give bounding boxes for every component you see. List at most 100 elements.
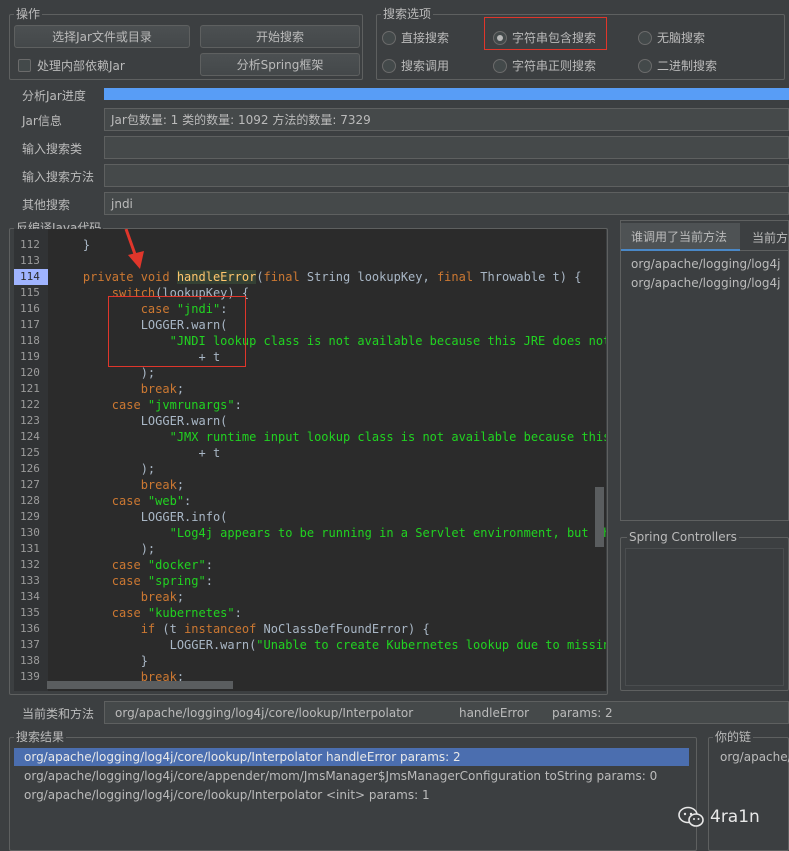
code-line: "JMX runtime input lookup class is not a… bbox=[169, 430, 606, 444]
radio-label: 字符串正则搜索 bbox=[512, 59, 597, 73]
code-line: case "kubernetes": bbox=[111, 606, 242, 620]
line-number: 139 bbox=[20, 670, 40, 683]
code-line: case "web": bbox=[111, 494, 192, 508]
line-number: 117 bbox=[20, 318, 40, 331]
radio-icon[interactable] bbox=[493, 58, 507, 73]
result-row[interactable]: org/apache/logging/log4j/core/lookup/Int… bbox=[14, 748, 689, 766]
radio-label: 二进制搜索 bbox=[657, 59, 718, 73]
current-class-method-label: 当前类和方法 bbox=[22, 707, 95, 721]
code-line: private void handleError(final String lo… bbox=[82, 270, 582, 284]
line-number: 128 bbox=[20, 494, 40, 507]
search-options-title: 搜索选项 bbox=[381, 7, 434, 21]
progress-label: 分析Jar进度 bbox=[22, 89, 86, 103]
line-number: 131 bbox=[20, 542, 40, 555]
spring-controllers-group: Spring Controllers bbox=[620, 530, 789, 691]
result-row[interactable]: org/apache/logging/log4j/core/appender/m… bbox=[14, 767, 689, 785]
code-line: break; bbox=[140, 478, 185, 492]
line-number: 122 bbox=[20, 398, 40, 411]
line-number: 124 bbox=[20, 430, 40, 443]
radio-icon[interactable] bbox=[638, 58, 652, 73]
callers-panel: 谁调用了当前方法 当前方 org/apache/logging/log4j or… bbox=[620, 220, 789, 521]
code-line: } bbox=[54, 238, 91, 252]
code-line: case "docker": bbox=[111, 558, 213, 572]
operations-title: 操作 bbox=[14, 7, 43, 21]
select-jar-button[interactable]: 选择Jar文件或目录 bbox=[14, 25, 190, 48]
red-arrow-icon bbox=[124, 229, 144, 269]
code-line: case "jvmrunargs": bbox=[111, 398, 242, 412]
code-line: } bbox=[54, 654, 148, 668]
inner-jar-checkbox[interactable]: 处理内部依赖Jar bbox=[18, 57, 125, 74]
code-line: ); bbox=[54, 462, 156, 476]
search-class-input[interactable] bbox=[104, 136, 789, 159]
radio-label: 搜索调用 bbox=[401, 59, 450, 73]
search-results-list[interactable]: org/apache/logging/log4j/core/lookup/Int… bbox=[14, 748, 690, 848]
line-number: 123 bbox=[20, 414, 40, 427]
caller-row[interactable]: org/apache/logging/log4j bbox=[621, 255, 789, 273]
code-line: case "spring": bbox=[111, 574, 213, 588]
search-class-label: 输入搜索类 bbox=[22, 142, 83, 156]
search-method-label: 输入搜索方法 bbox=[22, 170, 95, 184]
tab-who-calls-current-method[interactable]: 谁调用了当前方法 bbox=[621, 223, 740, 251]
radio-icon[interactable] bbox=[382, 30, 396, 45]
radio-icon[interactable] bbox=[382, 58, 396, 73]
current-class-method-field: org/apache/logging/log4j/core/lookup/Int… bbox=[104, 701, 789, 724]
code-line: LOGGER.info( bbox=[54, 510, 228, 524]
line-number: 119 bbox=[20, 350, 40, 363]
checkbox-box[interactable] bbox=[18, 59, 31, 72]
line-number: 138 bbox=[20, 654, 40, 667]
other-search-label: 其他搜索 bbox=[22, 198, 71, 212]
spring-controllers-title: Spring Controllers bbox=[627, 530, 739, 544]
code-line: ); bbox=[54, 366, 156, 380]
jar-info-label: Jar信息 bbox=[22, 114, 62, 128]
line-number: 113 bbox=[20, 254, 40, 267]
radio-label: 直接搜索 bbox=[401, 31, 450, 45]
watermark-text: 4ra1n bbox=[710, 807, 760, 827]
radio-brainless-search[interactable]: 无脑搜索 bbox=[638, 29, 705, 46]
code-line: break; bbox=[140, 590, 185, 604]
code-editor[interactable]: 112 113 114 115 116 117 118 119 120 121 122 123 124 1… bbox=[14, 229, 606, 691]
code-horizontal-scrollbar[interactable] bbox=[47, 681, 233, 689]
search-method-input[interactable] bbox=[104, 164, 789, 187]
spring-analyze-button[interactable]: 分析Spring框架 bbox=[200, 53, 360, 76]
line-number: 137 bbox=[20, 638, 40, 651]
line-number: 132 bbox=[20, 558, 40, 571]
result-row[interactable]: org/apache/logging/log4j/core/lookup/Int… bbox=[14, 786, 689, 804]
radio-binary-search[interactable]: 二进制搜索 bbox=[638, 57, 717, 74]
inner-jar-label: 处理内部依赖Jar bbox=[37, 59, 125, 73]
chain-row[interactable]: org/apache/ bbox=[710, 748, 789, 766]
start-search-button[interactable]: 开始搜索 bbox=[200, 25, 360, 48]
line-number: 136 bbox=[20, 622, 40, 635]
line-number: 134 bbox=[20, 590, 40, 603]
radio-selected-icon[interactable] bbox=[493, 30, 507, 45]
spring-controllers-list[interactable] bbox=[625, 548, 784, 686]
line-number: 121 bbox=[20, 382, 40, 395]
line-number: 115 bbox=[20, 286, 40, 299]
radio-string-contains-search[interactable]: 字符串包含搜索 bbox=[493, 29, 596, 46]
tab-current-method-calls[interactable]: 当前方 bbox=[742, 223, 789, 251]
code-line: if (t instanceof NoClassDefFoundError) { bbox=[140, 622, 430, 636]
line-number: 125 bbox=[20, 446, 40, 459]
code-line: ); bbox=[54, 542, 156, 556]
line-number: 112 bbox=[20, 238, 40, 251]
code-vertical-scrollbar[interactable] bbox=[595, 487, 604, 547]
radio-icon[interactable] bbox=[638, 30, 652, 45]
line-number: 120 bbox=[20, 366, 40, 379]
radio-regex-search[interactable]: 字符串正则搜索 bbox=[493, 57, 596, 74]
other-search-input[interactable]: jndi bbox=[104, 192, 789, 215]
radio-label: 无脑搜索 bbox=[657, 31, 706, 45]
radio-search-call[interactable]: 搜索调用 bbox=[382, 57, 449, 74]
code-line: + t bbox=[54, 446, 221, 460]
line-number: 135 bbox=[20, 606, 40, 619]
search-results-title: 搜索结果 bbox=[14, 730, 67, 744]
line-number-gutter: 112 113 114 115 116 117 118 119 120 121 122 123 124 1… bbox=[14, 229, 48, 691]
jndi-case-annotation-box bbox=[108, 296, 246, 367]
jar-info-field: Jar包数量: 1 类的数量: 1092 方法的数量: 7329 bbox=[104, 108, 789, 131]
radio-direct-search[interactable]: 直接搜索 bbox=[382, 29, 449, 46]
code-line: LOGGER.warn("Unable to create Kubernetes… bbox=[54, 638, 606, 652]
line-number: 118 bbox=[20, 334, 40, 347]
caller-row[interactable]: org/apache/logging/log4j bbox=[621, 274, 789, 292]
line-number: 129 bbox=[20, 510, 40, 523]
line-number: 114 bbox=[14, 269, 48, 285]
radio-label: 字符串包含搜索 bbox=[512, 31, 597, 45]
analysis-progress-bar bbox=[104, 88, 789, 100]
